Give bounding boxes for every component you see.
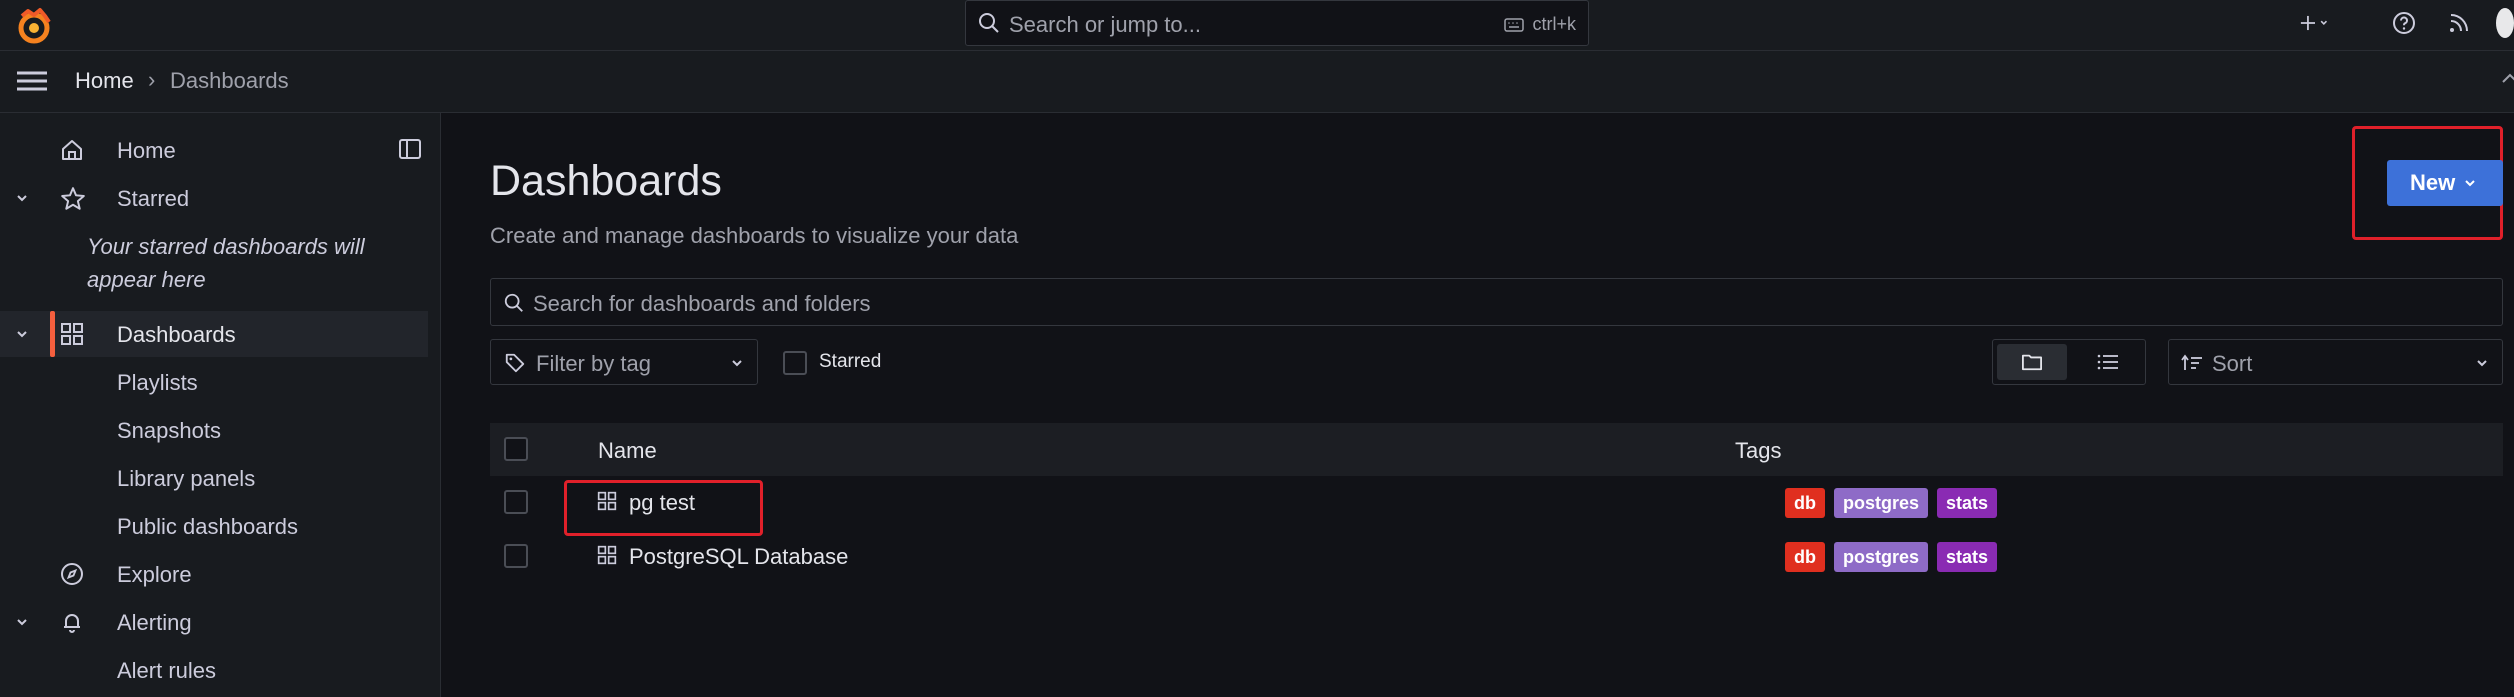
search-icon [504,293,523,312]
sidebar-item-home[interactable]: Home [0,127,428,173]
chevron-down-icon [2465,180,2475,187]
breadcrumb-bar: Home › Dashboards [0,51,2514,113]
sidebar-item-label: Dashboards [117,322,236,347]
tag-list: db postgres stats [1785,488,1998,518]
chevron-down-icon [732,360,742,367]
tag-stats[interactable]: stats [1937,488,1998,518]
star-icon [61,187,85,210]
starred-empty-text: Your starred dashboards will appear here [87,234,365,292]
sidebar-item-label: Alerting [117,610,192,635]
tag-filter-select[interactable]: Filter by tag [490,339,758,385]
tag-postgres[interactable]: postgres [1834,488,1929,518]
select-all-checkbox[interactable] [504,437,528,461]
dashboard-icon [597,545,617,565]
sidebar-item-label: Explore [117,562,192,587]
shortcut-text: ctrl+k [1532,14,1576,34]
chevron-down-icon[interactable] [12,324,32,344]
plus-icon [2300,15,2328,31]
column-header-tags: Tags [1735,438,1782,463]
sidebar-item-label: Starred [117,186,190,211]
help-button[interactable] [2389,8,2419,38]
folder-icon [2021,354,2042,371]
rss-icon [2450,14,2468,32]
news-button[interactable] [2444,8,2474,38]
sidebar-item-explore[interactable]: Explore [0,551,428,597]
shortcut-hint: ctrl+k [1504,14,1576,35]
avatar [2496,8,2514,38]
sidebar-item-dashboards[interactable]: Dashboards [0,311,428,357]
active-indicator [50,311,55,357]
breadcrumb-current: Dashboards [170,68,289,93]
menu-icon[interactable] [16,69,48,93]
chevron-down-icon[interactable] [12,612,32,632]
chevron-down-icon [2477,360,2487,367]
row-checkbox[interactable] [504,544,528,568]
breadcrumb-home[interactable]: Home [75,68,134,94]
add-new-button[interactable] [2300,8,2330,38]
top-bar: Search or jump to... ctrl+k [0,0,2514,51]
breadcrumb-separator: › [148,67,156,92]
tag-db[interactable]: db [1785,542,1825,572]
sidebar-item-library-panels[interactable]: Library panels [117,466,255,492]
sort-icon [2181,354,2202,370]
sidebar-item-label: Home [117,138,176,163]
dashboard-name-link[interactable]: PostgreSQL Database [629,544,848,570]
table-header: Name Tags [490,423,2503,476]
table-row[interactable]: PostgreSQL Database db postgres stats [490,530,2503,584]
starred-checkbox-label: Starred [819,351,882,372]
sort-placeholder: Sort [2212,351,2253,376]
view-toggle [1992,339,2146,385]
help-icon [2393,12,2415,34]
collapse-icon[interactable] [2500,71,2514,85]
global-search-placeholder: Search or jump to... [1009,12,1201,37]
tag-db[interactable]: db [1785,488,1825,518]
tag-postgres[interactable]: postgres [1834,542,1929,572]
sidebar-item-alerting[interactable]: Alerting [0,599,428,645]
user-avatar-button[interactable] [2496,8,2514,38]
column-header-name[interactable]: Name [598,438,657,464]
highlight-box [564,480,763,536]
compass-icon [61,563,83,585]
list-icon [2097,354,2118,370]
sidebar-item-snapshots[interactable]: Snapshots [117,418,221,444]
dashboard-search-placeholder: Search for dashboards and folders [533,291,871,316]
sidebar-item-public-dashboards[interactable]: Public dashboards [117,514,298,540]
grafana-logo-icon[interactable] [14,6,54,46]
global-search-input[interactable]: Search or jump to... ctrl+k [965,0,1589,46]
dashboard-search-input[interactable]: Search for dashboards and folders [490,278,2503,326]
page-subtitle: Create and manage dashboards to visualiz… [490,223,1019,248]
sort-select[interactable]: Sort [2168,339,2503,385]
tag-list: db postgres stats [1785,542,1998,572]
new-button[interactable]: New [2387,160,2503,206]
sidebar-item-starred[interactable]: Starred [0,175,428,221]
keyboard-icon [1504,17,1525,32]
table-row[interactable]: pg test db postgres stats [490,476,2503,530]
tag-stats[interactable]: stats [1937,542,1998,572]
search-icon [979,13,999,33]
sidebar: Home Starred Your starred dashboards wil… [0,113,441,697]
sidebar-item-alert-rules[interactable]: Alert rules [117,658,216,684]
list-view-button[interactable] [2073,344,2143,380]
home-icon [62,140,82,160]
chevron-down-icon[interactable] [12,188,32,208]
bell-icon [64,614,80,633]
tag-filter-placeholder: Filter by tag [536,351,651,376]
main-content: Dashboards Create and manage dashboards … [441,113,2514,697]
new-button-label: New [2410,170,2456,195]
starred-checkbox[interactable] [783,351,807,375]
tag-icon [505,353,525,373]
folder-view-button[interactable] [1997,344,2067,380]
page-title: Dashboards [490,157,722,205]
row-checkbox[interactable] [504,490,528,514]
dashboards-grid-icon [61,323,83,345]
sidebar-item-playlists[interactable]: Playlists [117,370,198,396]
